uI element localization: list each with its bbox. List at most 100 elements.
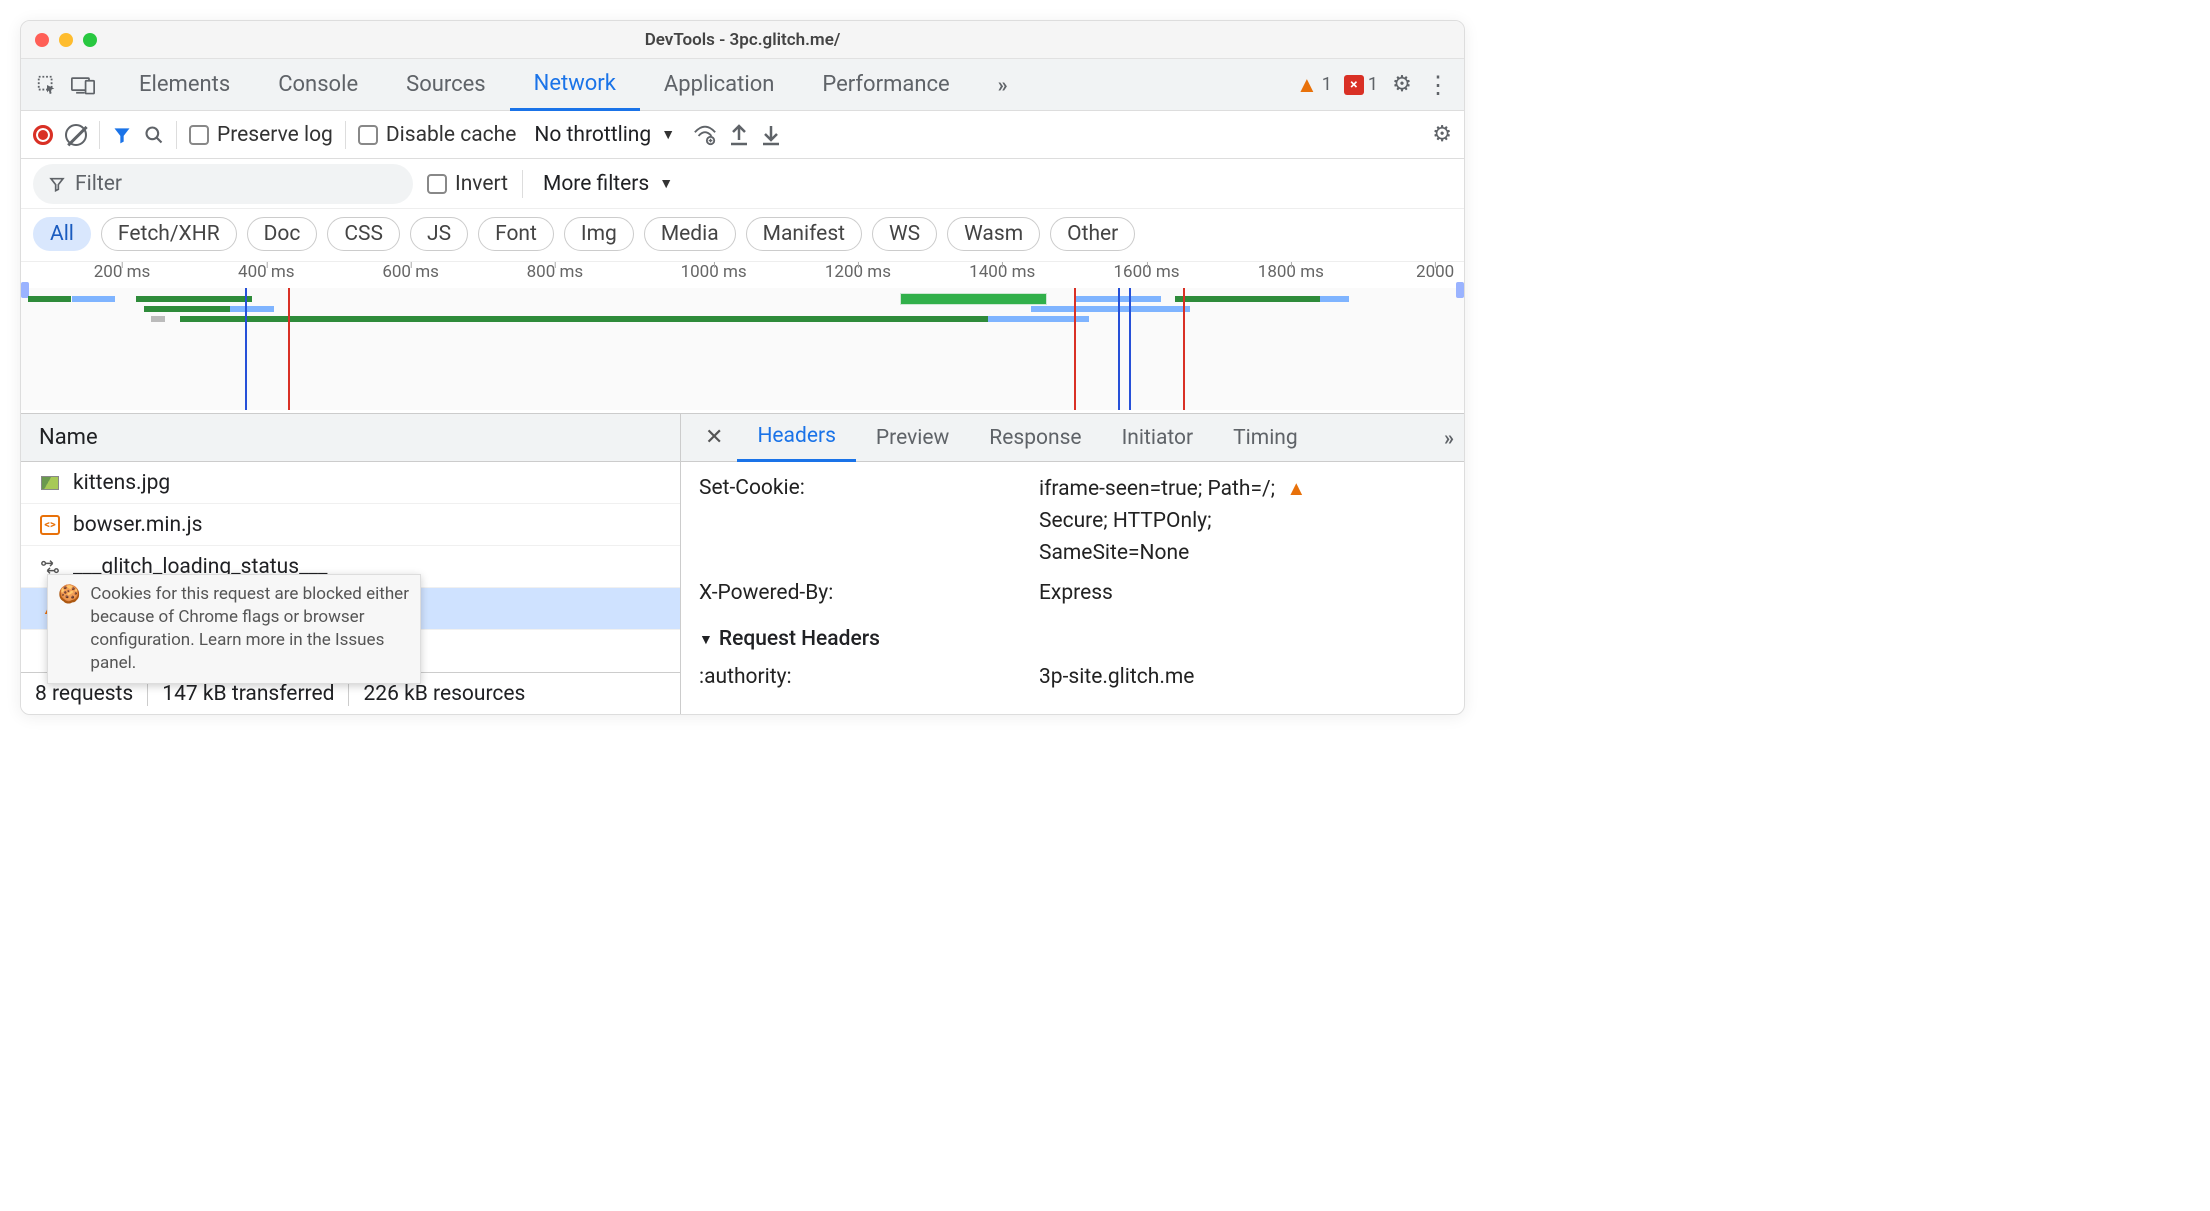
type-pill-ws[interactable]: WS	[872, 217, 937, 251]
warning-icon[interactable]: ▲	[1286, 476, 1306, 500]
device-toolbar-icon[interactable]	[65, 67, 101, 103]
header-name: X-Powered-By:	[699, 581, 1039, 605]
tab-elements[interactable]: Elements	[115, 59, 254, 111]
js-file-icon: <>	[39, 515, 61, 535]
filter-input[interactable]: Filter	[33, 164, 413, 204]
checkbox-icon	[358, 125, 378, 145]
search-icon[interactable]	[144, 125, 164, 145]
detail-tab-headers[interactable]: Headers	[737, 414, 855, 462]
tab-network[interactable]: Network	[510, 59, 640, 111]
tabs-overflow[interactable]: »	[974, 59, 1032, 111]
header-row: Secure; HTTPOnly;	[699, 509, 1446, 541]
network-settings-icon[interactable]: ⚙	[1432, 122, 1452, 147]
timeline-tick: 1400 ms	[969, 262, 1035, 282]
tooltip-text: Cookies for this request are blocked eit…	[90, 583, 410, 675]
divider	[345, 121, 346, 149]
throttling-select[interactable]: No throttling ▼	[528, 123, 681, 147]
header-name: :authority:	[699, 665, 1039, 689]
detail-tab-timing[interactable]: Timing	[1213, 414, 1318, 462]
timeline-bar	[136, 296, 251, 302]
timeline-handle-right[interactable]	[1456, 282, 1464, 298]
issues-errors-badge[interactable]: × 1	[1344, 74, 1378, 95]
preserve-log-checkbox[interactable]: Preserve log	[189, 123, 333, 147]
request-row[interactable]: kittens.jpg	[21, 462, 680, 504]
network-toolbar: Preserve log Disable cache No throttling…	[21, 111, 1464, 159]
invert-checkbox[interactable]: Invert	[427, 172, 508, 196]
xhr-icon	[39, 559, 61, 575]
disable-cache-checkbox[interactable]: Disable cache	[358, 123, 517, 147]
tab-console[interactable]: Console	[254, 59, 382, 111]
timeline-bar	[1175, 296, 1319, 302]
timeline-bar	[1320, 296, 1349, 302]
timeline-marker	[288, 288, 290, 410]
timeline-bar	[151, 316, 165, 322]
timeline-tick: 1600 ms	[1113, 262, 1179, 282]
detail-tab-initiator[interactable]: Initiator	[1102, 414, 1214, 462]
settings-icon[interactable]: ⚙	[1384, 67, 1420, 103]
devtools-window: DevTools - 3pc.glitch.me/ Elements Conso…	[20, 20, 1465, 715]
import-har-icon[interactable]	[761, 124, 781, 146]
clear-button[interactable]	[65, 124, 87, 146]
set-cookie-line: iframe-seen=true; Path=/;	[1039, 477, 1275, 501]
type-pill-fetch[interactable]: Fetch/XHR	[101, 217, 237, 251]
type-pill-doc[interactable]: Doc	[247, 217, 318, 251]
network-timeline[interactable]: 200 ms 400 ms 600 ms 800 ms 1000 ms 1200…	[21, 262, 1464, 414]
export-har-icon[interactable]	[729, 124, 749, 146]
detail-tabs-row: ✕ Headers Preview Response Initiator Tim…	[681, 414, 1464, 462]
type-pill-font[interactable]: Font	[478, 217, 554, 251]
inspect-element-icon[interactable]	[29, 67, 65, 103]
cookie-blocked-tooltip: 🍪 Cookies for this request are blocked e…	[47, 574, 421, 684]
tab-application[interactable]: Application	[640, 59, 798, 111]
close-detail-icon[interactable]: ✕	[691, 425, 737, 450]
request-list-pane: Name kittens.jpg <> bowser.min.js ___gli…	[21, 414, 681, 714]
detail-tab-preview[interactable]: Preview	[856, 414, 969, 462]
type-pill-other[interactable]: Other	[1050, 217, 1135, 251]
network-conditions-icon[interactable]	[693, 124, 717, 146]
type-pill-media[interactable]: Media	[644, 217, 736, 251]
header-row: SameSite=None	[699, 541, 1446, 573]
detail-tab-response[interactable]: Response	[969, 414, 1101, 462]
timeline-tick: 1000 ms	[681, 262, 747, 282]
more-filters-select[interactable]: More filters ▼	[537, 172, 679, 196]
type-pill-wasm[interactable]: Wasm	[947, 217, 1040, 251]
titlebar: DevTools - 3pc.glitch.me/	[21, 21, 1464, 59]
filter-toggle-icon[interactable]	[112, 125, 132, 145]
chevron-down-icon: ▼	[659, 175, 673, 192]
timeline-marker	[1118, 288, 1120, 410]
type-pill-img[interactable]: Img	[564, 217, 634, 251]
header-name: Set-Cookie:	[699, 476, 1039, 501]
checkbox-icon	[189, 125, 209, 145]
errors-count: 1	[1368, 74, 1378, 95]
request-name: kittens.jpg	[73, 471, 170, 495]
timeline-tick: 600 ms	[382, 262, 439, 282]
issues-warnings-badge[interactable]: ▲ 1	[1296, 72, 1332, 98]
type-pill-manifest[interactable]: Manifest	[746, 217, 862, 251]
chevron-down-icon: ▼	[661, 126, 675, 143]
timeline-tick: 200 ms	[94, 262, 151, 282]
warning-icon: ▲	[1296, 72, 1318, 98]
timeline-bar	[28, 296, 71, 302]
column-header-name[interactable]: Name	[21, 414, 680, 462]
summary-transferred: 147 kB transferred	[148, 682, 349, 706]
tab-sources[interactable]: Sources	[382, 59, 510, 111]
main-tabs-row: Elements Console Sources Network Applica…	[21, 59, 1464, 111]
header-row: X-Powered-By: Express	[699, 573, 1446, 613]
detail-tabs-overflow[interactable]: »	[1444, 426, 1454, 450]
filter-placeholder: Filter	[75, 172, 122, 196]
timeline-tick: 2000	[1416, 262, 1454, 282]
type-pill-css[interactable]: CSS	[327, 217, 400, 251]
timeline-tick: 800 ms	[527, 262, 584, 282]
request-row[interactable]: <> bowser.min.js	[21, 504, 680, 546]
timeline-marker	[1183, 288, 1185, 410]
record-button[interactable]	[33, 125, 53, 145]
divider	[522, 170, 523, 198]
type-pill-all[interactable]: All	[33, 217, 91, 251]
request-headers-section[interactable]: ▼ Request Headers	[699, 613, 1446, 657]
tab-performance[interactable]: Performance	[798, 59, 973, 111]
section-label: Request Headers	[719, 627, 880, 651]
type-pill-js[interactable]: JS	[410, 217, 468, 251]
header-value: 3p-site.glitch.me	[1039, 665, 1446, 689]
timeline-marker	[1129, 288, 1131, 410]
timeline-bar	[72, 296, 115, 302]
more-menu-icon[interactable]: ⋮	[1420, 67, 1456, 103]
